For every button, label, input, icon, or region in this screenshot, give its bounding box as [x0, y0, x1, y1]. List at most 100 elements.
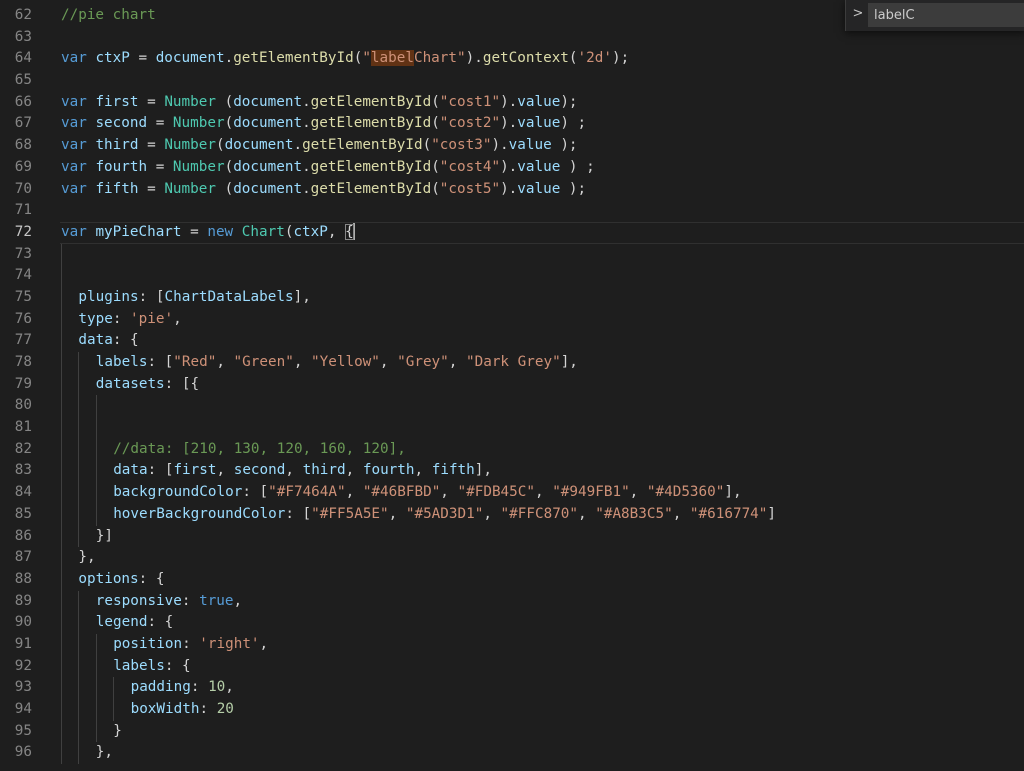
code-text: responsive: true,: [96, 591, 242, 613]
code-text: labels: {: [113, 656, 190, 678]
code-token: ],: [724, 484, 742, 501]
indent-guide: [61, 330, 62, 352]
code-token: "Red": [173, 354, 217, 370]
code-token: =: [138, 93, 165, 110]
code-line[interactable]: 74: [0, 265, 1024, 287]
code-line[interactable]: 76 type: 'pie',: [0, 308, 1024, 331]
code-line[interactable]: 84 backgroundColor: ["#F7464A", "#46BFBD"…: [0, 482, 1024, 504]
line-number: 94: [14, 701, 32, 717]
code-token: var: [61, 50, 87, 67]
code-text: var fifth = Number (document.getElementB…: [61, 179, 586, 201]
indent-guide: [78, 655, 80, 678]
code-token: (: [215, 137, 225, 154]
indent-guide: [95, 503, 97, 526]
code-line[interactable]: 81: [0, 417, 1024, 439]
code-token: hoverBackgroundColor: [113, 505, 286, 522]
line-number: 66: [14, 93, 32, 110]
code-token: : [: [147, 354, 174, 370]
code-line[interactable]: 71: [0, 200, 1024, 222]
code-token: .: [302, 180, 311, 197]
code-token: getElementById: [310, 93, 432, 110]
code-line[interactable]: 94 boxWidth: 20: [0, 699, 1024, 721]
code-line[interactable]: 80: [0, 395, 1024, 418]
code-token: }]: [95, 527, 114, 544]
code-token: first: [95, 93, 139, 110]
code-token: getElementById: [310, 180, 432, 197]
code-line[interactable]: 86}]: [0, 525, 1024, 548]
code-token: fifth: [431, 462, 475, 479]
code-line[interactable]: 75 plugins: [ChartDataLabels],: [0, 286, 1024, 309]
code-token: ],: [560, 354, 578, 370]
code-line[interactable]: 79 datasets: [{: [0, 373, 1024, 396]
code-token: "#949FB1": [552, 484, 630, 501]
code-token: responsive: [95, 592, 182, 609]
code-line[interactable]: 66 var first = Number (document.getElemen…: [0, 92, 1024, 114]
code-line[interactable]: 92 labels: {: [0, 655, 1024, 678]
code-line[interactable]: 83 data: [first, second, third, fourth, f…: [0, 460, 1024, 483]
code-line[interactable]: 73: [0, 243, 1024, 266]
code-line[interactable]: 95}: [0, 720, 1024, 743]
code-token: var: [61, 137, 87, 154]
code-line[interactable]: 93 padding: 10,: [0, 677, 1024, 699]
code-token: :: [190, 679, 209, 696]
code-token: (: [431, 93, 440, 110]
code-line[interactable]: 78 labels: ["Red", "Green", "Yellow", "Gr…: [0, 352, 1024, 374]
code-area[interactable]: 62//pie chart 63 64 var ctxP = document.get…: [0, 5, 1024, 765]
code-line[interactable]: 82 //data: [210, 130, 120, 160, 120],: [0, 438, 1024, 461]
code-token: third: [302, 462, 346, 479]
code-line[interactable]: 88 options: {: [0, 568, 1024, 591]
code-line[interactable]: 68 var third = Number(document.getElement…: [0, 135, 1024, 157]
code-token: var: [61, 180, 87, 197]
code-line[interactable]: 87},: [0, 547, 1024, 569]
line-number: 89: [14, 592, 32, 609]
code-token: :: [199, 701, 217, 717]
code-text: },: [78, 547, 95, 569]
indent-guide: [78, 742, 80, 765]
code-token: : {: [147, 614, 174, 631]
code-token: labels: [113, 657, 165, 674]
code-token: document: [224, 137, 294, 154]
code-line[interactable]: 64 var ctxP = document.getElementById ("la…: [0, 48, 1024, 70]
code-line[interactable]: 77 data: {: [0, 330, 1024, 352]
find-input[interactable]: [868, 3, 1024, 27]
line-number: 70: [14, 180, 32, 197]
code-line[interactable]: 72 var myPieChart = new Chart(ctxP, {: [0, 221, 1024, 244]
code-token: ,: [672, 505, 690, 522]
code-token: ).: [465, 50, 483, 67]
code-line[interactable]: 89 responsive: true,: [0, 590, 1024, 613]
code-line[interactable]: 85 hoverBackgroundColor: ["#FF5A5E", "#5A…: [0, 503, 1024, 526]
code-token: .: [293, 137, 303, 154]
code-token: "#46BFBD": [362, 484, 441, 501]
line-number: 95: [14, 722, 32, 739]
code-line[interactable]: 67 var second = Number(document.getElemen…: [0, 113, 1024, 135]
code-line[interactable]: 69 var fourth = Number(document.getElemen…: [0, 157, 1024, 179]
code-token: ChartDataLabels: [164, 288, 294, 305]
code-token: 'right': [199, 635, 260, 652]
line-number: 86: [14, 527, 32, 544]
code-token: ,: [379, 354, 398, 370]
indent-guide: [61, 352, 62, 374]
code-token: =: [129, 50, 156, 67]
chevron-right-icon[interactable]: >: [850, 4, 866, 24]
code-token: ctxP: [95, 50, 130, 67]
code-editor[interactable]: 62//pie chart 63 64 var ctxP = document.get…: [0, 0, 1024, 771]
code-line[interactable]: 90 legend: {: [0, 612, 1024, 634]
indent-guide: [78, 677, 80, 699]
code-text: position: 'right',: [113, 634, 268, 656]
code-text: options: {: [78, 569, 164, 591]
code-text: var ctxP = document.getElementById ("labe…: [61, 48, 629, 70]
code-line[interactable]: 65: [0, 70, 1024, 92]
indent-guide: [78, 699, 80, 721]
code-line[interactable]: 96},: [0, 742, 1024, 765]
line-number: 85: [14, 505, 32, 522]
code-token: var: [61, 93, 87, 110]
code-token: (: [224, 158, 234, 175]
code-token: 20: [216, 701, 234, 717]
code-token: "cost1": [439, 93, 501, 110]
line-number: 74: [14, 267, 32, 284]
code-line[interactable]: 70 var fifth = Number (document.getElemen…: [0, 179, 1024, 201]
code-token: ).: [500, 115, 518, 132]
code-text: padding: 10,: [131, 677, 234, 699]
code-line[interactable]: 91 position: 'right',: [0, 633, 1024, 656]
code-token: ,: [225, 679, 234, 696]
